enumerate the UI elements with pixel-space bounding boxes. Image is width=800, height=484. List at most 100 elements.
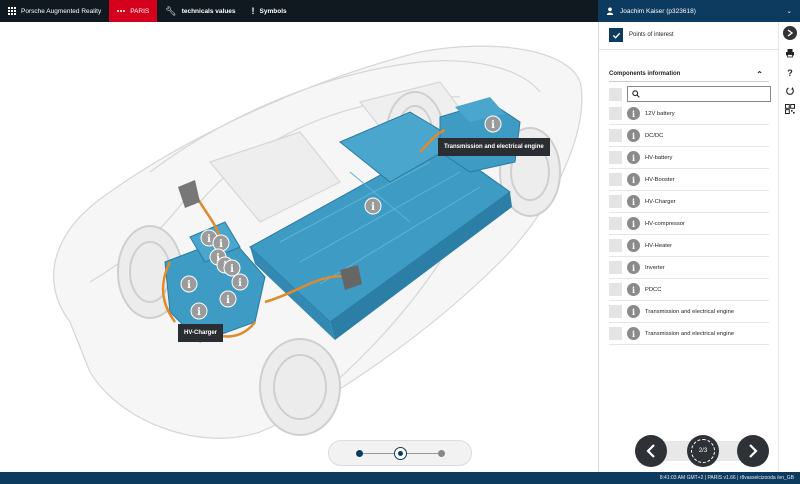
tab-technical-values[interactable]: 🔧︎ technicals values [157, 0, 243, 22]
chevron-up-icon: ⌃ [756, 69, 763, 79]
info-icon[interactable]: i [627, 173, 640, 186]
info-icon[interactable]: i [627, 327, 640, 340]
collapse-panel-button[interactable] [783, 26, 797, 40]
svg-text:i: i [226, 295, 230, 306]
chevron-right-icon [787, 29, 793, 37]
components-header[interactable]: Components information ⌃ [609, 68, 769, 80]
list-item[interactable]: i HV-compressor [609, 213, 769, 235]
info-icon[interactable]: i [627, 261, 640, 274]
rotate-icon [786, 87, 794, 95]
user-icon [606, 7, 614, 15]
refresh-ring-icon [691, 439, 715, 463]
tooltip-transmission-text: Transmission and electrical engine [444, 144, 544, 150]
list-item[interactable]: i DC/DC [609, 125, 769, 147]
item-checkbox[interactable] [609, 173, 622, 186]
user-menu[interactable]: Joachim Kaiser (p323618) ⌄ [598, 0, 800, 22]
item-label: DC/DC [645, 132, 664, 139]
item-checkbox[interactable] [609, 261, 622, 274]
points-of-interest-label: Points of interest [629, 32, 674, 38]
tab-paris[interactable]: PARIS [109, 0, 158, 22]
chevron-right-icon [749, 444, 758, 458]
item-checkbox[interactable] [609, 151, 622, 164]
pager-dot-2[interactable] [394, 447, 407, 460]
car-model: i i i i i i i i i i i [53, 45, 583, 439]
svg-text:i: i [371, 202, 375, 213]
list-item[interactable]: i 12V battery [609, 103, 769, 125]
tab-symbols-label: Symbols [259, 7, 287, 15]
list-item[interactable]: i HV-Heater [609, 235, 769, 257]
page-indicator [328, 440, 472, 466]
search-input[interactable] [643, 91, 763, 97]
pager-dot-1[interactable] [356, 450, 363, 457]
item-checkbox[interactable] [609, 107, 622, 120]
item-label: 12V battery [645, 110, 675, 117]
points-of-interest-toggle[interactable]: Points of interest [609, 28, 674, 42]
top-bar: Porsche Augmented Reality PARIS 🔧︎ techn… [0, 0, 800, 22]
info-icon[interactable]: i [627, 283, 640, 296]
next-button[interactable] [737, 435, 769, 467]
list-item[interactable]: i HV-battery [609, 147, 769, 169]
divider [599, 49, 778, 50]
components-header-label: Components information [609, 71, 681, 77]
list-item[interactable]: i Inverter [609, 257, 769, 279]
dots-icon [117, 10, 126, 12]
model-viewport[interactable]: i i i i i i i i i i i Transmission and e… [0, 22, 598, 472]
svg-text:i: i [491, 120, 495, 131]
print-button[interactable] [783, 46, 797, 60]
info-icon[interactable]: i [627, 239, 640, 252]
tooltip-hv-charger-text: HV-Charger [184, 330, 218, 336]
qr-code-button[interactable] [783, 102, 797, 116]
info-icon[interactable]: i [627, 107, 640, 120]
tooltip-hv-charger: HV-Charger [178, 324, 224, 342]
help-button[interactable]: ? [783, 66, 797, 80]
status-text: 8:41:03 AM GMT+2 | PARIS v1.66 | r8vasse… [659, 475, 794, 481]
info-icon[interactable]: i [627, 129, 640, 142]
search-field[interactable] [627, 86, 771, 102]
item-label: Transmission and electrical engine [645, 308, 735, 315]
info-marker[interactable]: i [231, 273, 249, 291]
info-icon[interactable]: i [627, 217, 640, 230]
app-root: Porsche Augmented Reality PARIS 🔧︎ techn… [0, 0, 800, 484]
item-checkbox[interactable] [609, 129, 622, 142]
question-icon: ? [787, 68, 793, 78]
tooltip-transmission: Transmission and electrical engine [438, 138, 550, 156]
svg-text:i: i [219, 239, 223, 250]
component-list: i 12V battery i DC/DC i HV-battery i HV-Boos… [609, 103, 769, 345]
list-item[interactable]: i Transmission and electrical engine [609, 301, 769, 323]
info-icon[interactable]: i [627, 195, 640, 208]
info-icon[interactable]: i [627, 305, 640, 318]
list-item[interactable]: i PDCC [609, 279, 769, 301]
rotate-view-button[interactable] [783, 84, 797, 98]
info-marker[interactable]: i [212, 234, 230, 252]
item-checkbox[interactable] [609, 305, 622, 318]
app-menu-button[interactable]: Porsche Augmented Reality [0, 0, 109, 22]
item-checkbox[interactable] [609, 239, 622, 252]
item-checkbox[interactable] [609, 283, 622, 296]
step-counter[interactable]: 2/3 [687, 435, 719, 467]
select-all-checkbox[interactable] [609, 87, 622, 101]
list-item[interactable]: i HV-Booster [609, 169, 769, 191]
item-checkbox[interactable] [609, 195, 622, 208]
info-icon[interactable]: i [627, 151, 640, 164]
info-marker[interactable]: i [219, 290, 237, 308]
list-item[interactable]: i Transmission and electrical engine [609, 323, 769, 345]
item-checkbox[interactable] [609, 217, 622, 230]
search-icon [632, 90, 640, 98]
info-marker[interactable]: i [180, 275, 198, 293]
user-name: Joachim Kaiser (p323618) [620, 7, 696, 15]
pager-dot-3[interactable] [438, 450, 445, 457]
item-label: HV-Heater [645, 242, 673, 249]
info-marker[interactable]: i [223, 259, 241, 277]
checkbox-checked-icon[interactable] [609, 28, 623, 42]
app-title: Porsche Augmented Reality [21, 7, 102, 15]
info-marker[interactable]: i [484, 115, 502, 133]
previous-button[interactable] [635, 435, 667, 467]
info-marker[interactable]: i [364, 197, 382, 215]
printer-icon [786, 49, 794, 58]
info-marker[interactable]: i [190, 302, 208, 320]
list-item[interactable]: i HV-Charger [609, 191, 769, 213]
tab-symbols[interactable]: ! Symbols [244, 0, 295, 22]
item-checkbox[interactable] [609, 327, 622, 340]
chevron-left-icon [646, 444, 655, 458]
svg-text:i: i [230, 264, 234, 275]
